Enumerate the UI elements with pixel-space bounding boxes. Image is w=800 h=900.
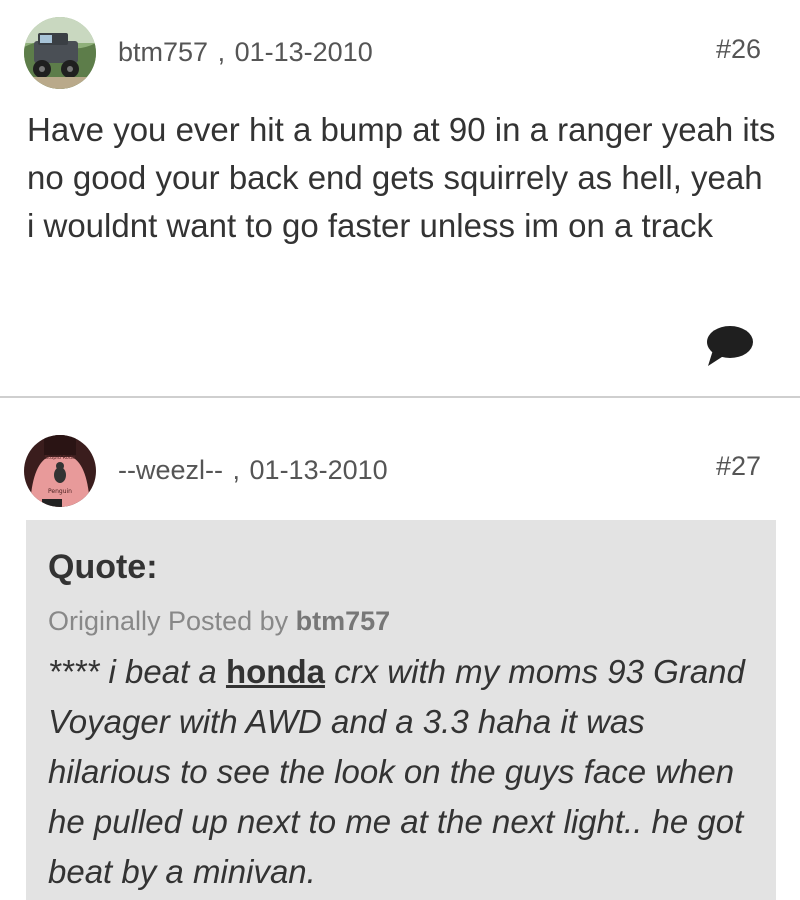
- post-body: Have you ever hit a bump at 90 in a rang…: [27, 111, 776, 244]
- comment-bubble-icon[interactable]: [705, 324, 755, 368]
- quote-text: **** i beat a honda crx with my moms 93 …: [48, 647, 768, 897]
- quote-attribution: Originally Posted by btm757: [48, 606, 390, 637]
- originally-posted-label: Originally Posted by: [48, 606, 289, 636]
- post-date: 01-13-2010: [249, 455, 388, 485]
- post-26: btm757 , 01-13-2010 #26 Have you ever hi…: [0, 0, 800, 397]
- penguin-shirt-avatar-image: Stupid Rodo Penguin: [24, 435, 96, 507]
- post-date: 01-13-2010: [234, 37, 373, 67]
- truck-avatar-image: [24, 17, 96, 89]
- username[interactable]: btm757: [118, 37, 208, 67]
- quote-author[interactable]: btm757: [296, 606, 391, 636]
- user-avatar[interactable]: [24, 17, 96, 89]
- post-meta: --weezl-- , 01-13-2010: [118, 455, 388, 486]
- user-avatar[interactable]: Stupid Rodo Penguin: [24, 435, 96, 507]
- post-number[interactable]: #26: [716, 34, 761, 65]
- post-divider: [0, 396, 800, 398]
- meta-separator: ,: [210, 37, 226, 67]
- meta-separator: ,: [225, 455, 241, 485]
- post-number[interactable]: #27: [716, 451, 761, 482]
- quote-block: Quote: Originally Posted by btm757 **** …: [26, 520, 776, 900]
- quote-title: Quote:: [48, 548, 158, 586]
- username[interactable]: --weezl--: [118, 455, 223, 485]
- keyword-link[interactable]: honda: [226, 653, 325, 690]
- svg-text:Stupid Rodo: Stupid Rodo: [45, 455, 75, 461]
- quote-text-before: **** i beat a: [48, 653, 226, 690]
- post-27: Stupid Rodo Penguin --weezl-- , 01-13-20…: [0, 399, 800, 900]
- svg-text:Penguin: Penguin: [48, 488, 72, 495]
- post-meta: btm757 , 01-13-2010: [118, 37, 373, 68]
